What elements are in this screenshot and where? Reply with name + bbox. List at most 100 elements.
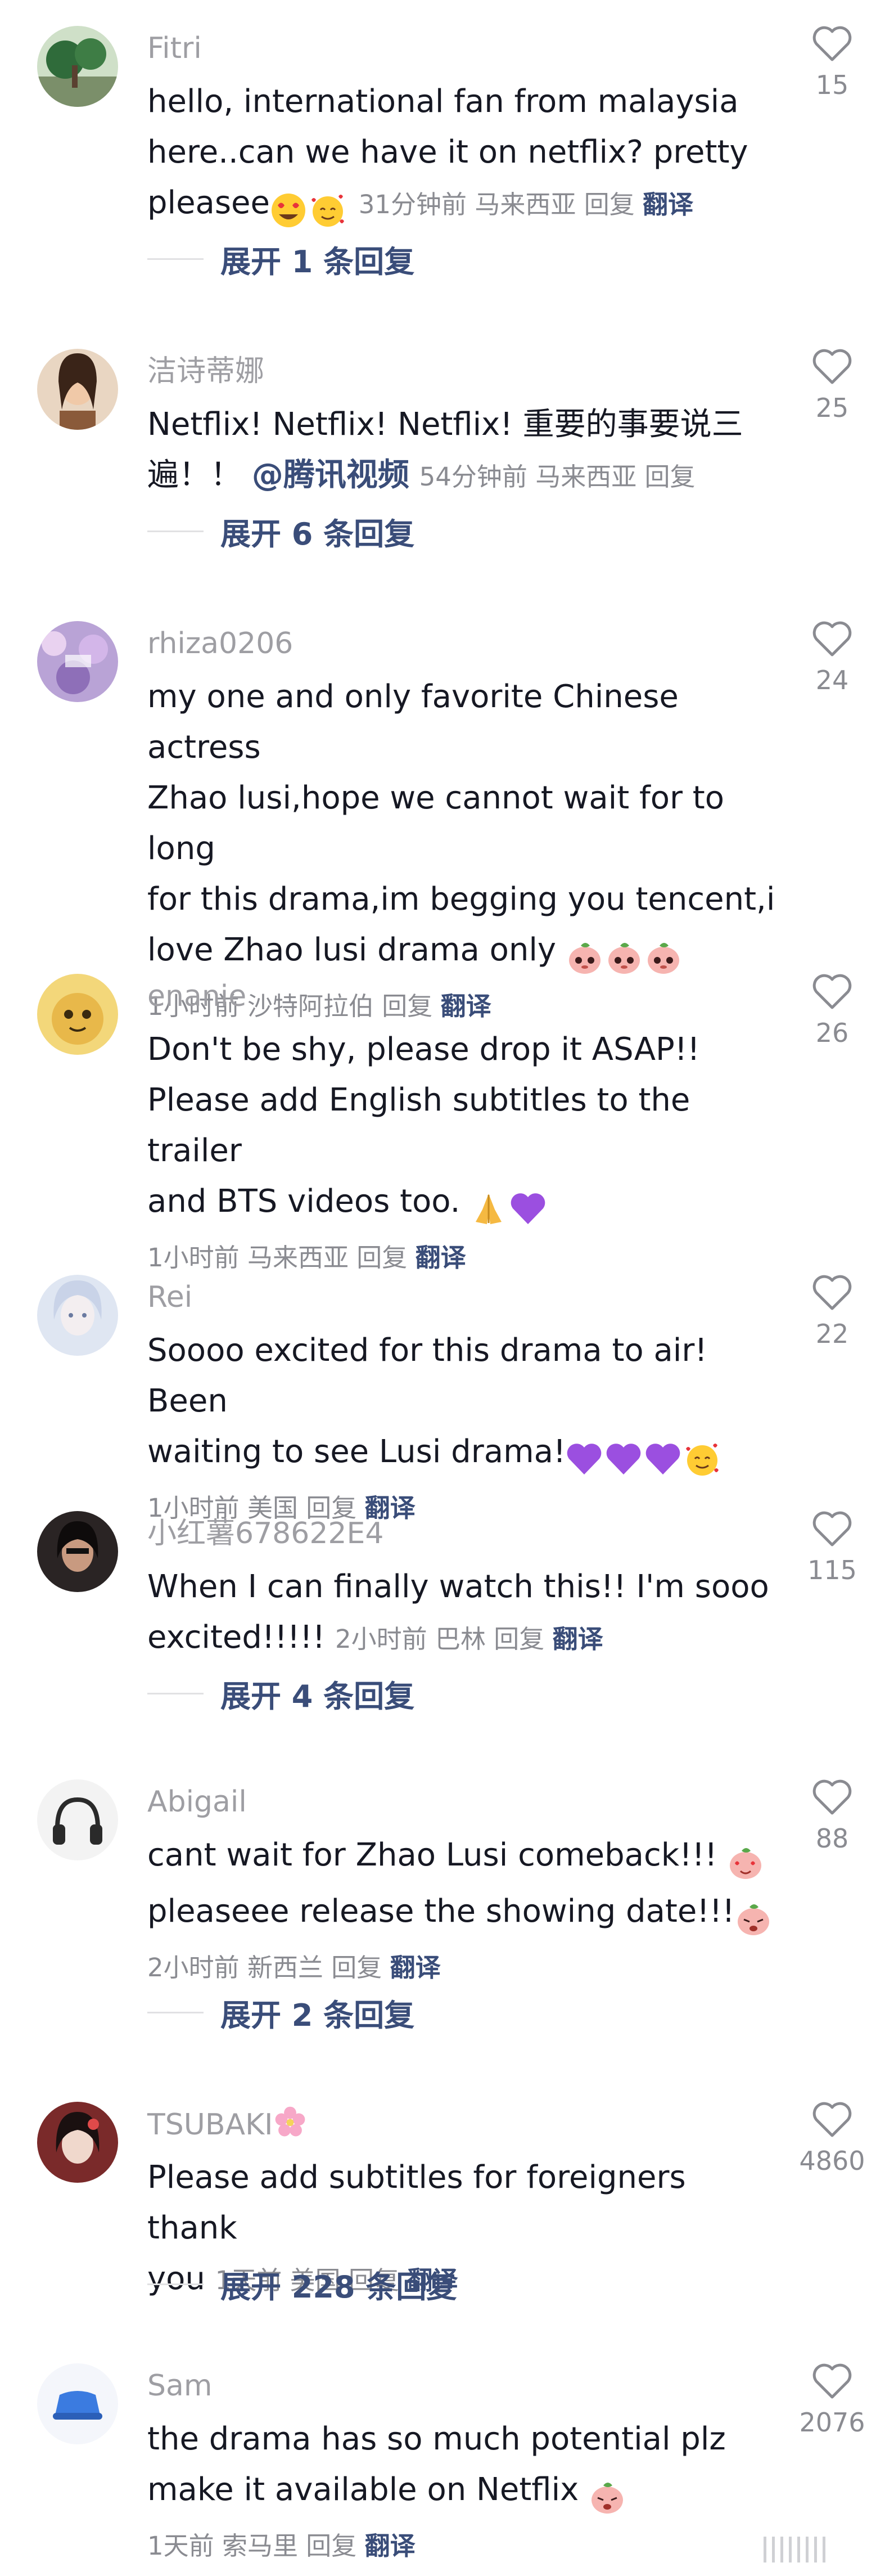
- peach-pleading-emoji: [645, 939, 682, 976]
- like-count: 88: [815, 1823, 849, 1854]
- like-button[interactable]: 15: [804, 26, 860, 100]
- comment-line: my one and only favorite Chinese actress: [147, 678, 679, 766]
- translate-button[interactable]: 翻译: [553, 1624, 603, 1654]
- like-count: 2076: [799, 2407, 865, 2438]
- like-count: 4860: [799, 2146, 865, 2176]
- reply-button[interactable]: 回复: [382, 991, 432, 1021]
- peach-crying-emoji: [735, 1900, 772, 1937]
- peach-pleading-emoji: [606, 939, 643, 976]
- comment-line: Don't be shy, please drop it ASAP!!: [147, 1031, 700, 1068]
- avatar[interactable]: [37, 2102, 118, 2183]
- avatar[interactable]: [37, 974, 118, 1055]
- heart-eyes-emoji: [270, 192, 307, 229]
- like-button[interactable]: 22: [804, 1275, 860, 1349]
- like-button[interactable]: 24: [804, 621, 860, 695]
- comment-line: Soooo excited for this drama to air! Bee…: [147, 1332, 707, 1419]
- comment-meta: 2小时前 新西兰 回复 翻译: [147, 1943, 783, 1993]
- like-button[interactable]: 2076: [799, 2363, 865, 2438]
- expand-replies-button[interactable]: 展开 1 条回复: [147, 236, 414, 281]
- like-button[interactable]: 26: [804, 974, 860, 1048]
- purple-heart-emoji: [509, 1190, 547, 1228]
- reply-button[interactable]: 回复: [494, 1624, 544, 1654]
- peach-heart-eyes-emoji: [727, 1844, 764, 1881]
- comment-line: here..can we have it on netflix? pretty: [147, 134, 748, 170]
- username[interactable]: rhiza0206: [147, 624, 293, 663]
- username[interactable]: Abigail: [147, 1783, 247, 1821]
- avatar[interactable]: [37, 621, 118, 702]
- translate-button[interactable]: 翻译: [416, 1243, 466, 1273]
- like-button[interactable]: 4860: [799, 2102, 865, 2176]
- expand-replies-label: 展开 1 条回复: [220, 244, 415, 280]
- avatar[interactable]: [37, 1275, 118, 1356]
- comment-line: love Zhao lusi drama only: [147, 932, 557, 968]
- reply-button[interactable]: 回复: [645, 462, 696, 492]
- comment-line-last: waiting to see Lusi drama!: [147, 1427, 783, 1483]
- mention-link[interactable]: @腾讯视频: [252, 457, 409, 493]
- comment-line-last: love Zhao lusi drama only: [147, 925, 783, 981]
- username[interactable]: Sam: [147, 2367, 213, 2405]
- comment-line: the drama has so much potential plz: [147, 2421, 726, 2457]
- comment-text: Don't be shy, please drop it ASAP!! Plea…: [147, 1024, 783, 1283]
- translate-button[interactable]: 翻译: [390, 1953, 441, 1982]
- like-count: 24: [815, 665, 849, 695]
- timestamp: 2小时前: [335, 1624, 427, 1654]
- comment-line-with-emoji: make it available on Netflix: [147, 2465, 783, 2521]
- purple-heart-emoji: [605, 1441, 642, 1478]
- avatar[interactable]: [37, 1511, 118, 1592]
- reply-button[interactable]: 回复: [331, 1953, 382, 1982]
- username[interactable]: Rei: [147, 1278, 192, 1316]
- expand-replies-label: 展开 2 条回复: [220, 1997, 415, 2033]
- timestamp: 1小时前: [147, 1243, 240, 1273]
- avatar[interactable]: [37, 1779, 118, 1860]
- expand-replies-button[interactable]: 展开 228 条回复: [147, 2262, 457, 2307]
- comment-line-with-emoji: cant wait for Zhao Lusi comeback!!!: [147, 1830, 783, 1886]
- location: 索马里: [222, 2531, 298, 2561]
- divider: [147, 2011, 204, 2013]
- purple-heart-emoji: [644, 1441, 681, 1478]
- like-button[interactable]: 115: [804, 1511, 860, 1585]
- timestamp: 2小时前: [147, 1953, 240, 1982]
- expand-replies-button[interactable]: 展开 6 条回复: [147, 509, 414, 554]
- heart-outline-icon: [812, 1275, 852, 1310]
- timestamp: 1天前: [147, 2531, 214, 2561]
- comment-line: 遍！！: [147, 457, 242, 493]
- comment-line: for this drama,im begging you tencent,i: [147, 881, 775, 918]
- reply-button[interactable]: 回复: [584, 190, 635, 219]
- heart-outline-icon: [812, 1779, 852, 1815]
- heart-outline-icon: [812, 1511, 852, 1547]
- username-with-emoji[interactable]: TSUBAKI: [147, 2105, 309, 2144]
- scroll-indicator: [764, 2537, 825, 2562]
- avatar[interactable]: [37, 2363, 118, 2444]
- expand-replies-button[interactable]: 展开 2 条回复: [147, 1990, 414, 2035]
- comment-line-last: excited!!!!! 2小时前 巴林 回复 翻译: [147, 1612, 783, 1665]
- heart-outline-icon: [812, 26, 852, 61]
- username[interactable]: 洁诗蒂娜: [147, 352, 264, 390]
- comment-line: cant wait for Zhao Lusi comeback!!!: [147, 1837, 717, 1873]
- comment-text: Soooo excited for this drama to air! Bee…: [147, 1325, 783, 1534]
- smiling-hearts-emoji: [309, 192, 346, 229]
- translate-button[interactable]: 翻译: [365, 2531, 416, 2561]
- username[interactable]: enanie: [147, 977, 246, 1015]
- smiling-hearts-emoji: [684, 1441, 721, 1478]
- translate-button[interactable]: 翻译: [643, 190, 693, 219]
- like-button[interactable]: 88: [804, 1779, 860, 1854]
- location: 马来西亚: [247, 1243, 349, 1273]
- comment-line: hello, international fan from malaysia: [147, 83, 739, 120]
- reply-button[interactable]: 回复: [306, 2531, 356, 2561]
- like-button[interactable]: 25: [804, 349, 860, 423]
- comment-line: and BTS videos too.: [147, 1183, 460, 1220]
- purple-heart-emoji: [566, 1441, 603, 1478]
- heart-outline-icon: [812, 974, 852, 1009]
- comment-meta: 1小时前 马来西亚 回复 翻译: [147, 1233, 783, 1283]
- avatar[interactable]: [37, 349, 118, 430]
- comment-line: Please add subtitles for foreigners than…: [147, 2159, 686, 2246]
- divider: [147, 2283, 204, 2285]
- avatar[interactable]: [37, 26, 118, 107]
- expand-replies-button[interactable]: 展开 4 条回复: [147, 1671, 414, 1716]
- username[interactable]: 小红薯678622E4: [147, 1514, 383, 1553]
- reply-button[interactable]: 回复: [356, 1243, 407, 1273]
- comment-text: cant wait for Zhao Lusi comeback!!! plea…: [147, 1830, 783, 1993]
- translate-button[interactable]: 翻译: [441, 991, 491, 1021]
- username[interactable]: Fitri: [147, 29, 202, 68]
- comment-text: the drama has so much potential plz make…: [147, 2414, 783, 2571]
